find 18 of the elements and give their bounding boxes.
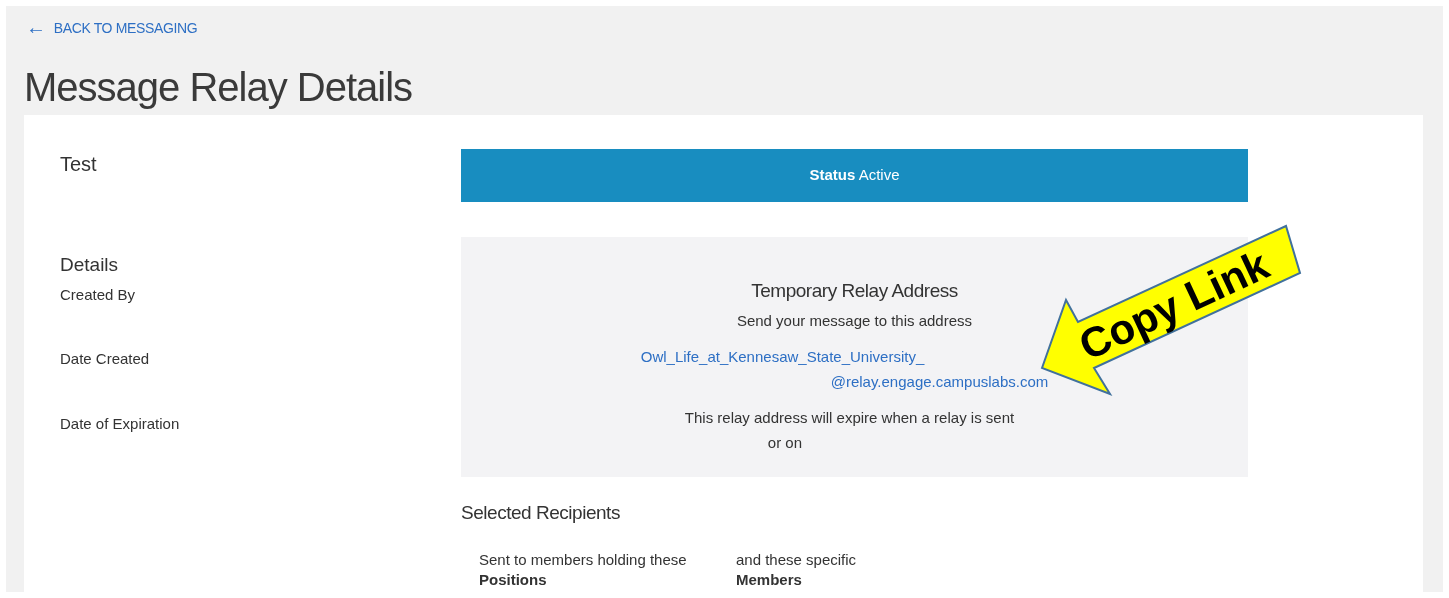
recipients-intro: Sent to members holding these — [479, 549, 687, 570]
recipients-heading: Selected Recipients — [461, 501, 620, 525]
status-text: Status Active — [809, 165, 900, 186]
back-link[interactable]: ← BACK TO MESSAGING — [26, 18, 198, 39]
recipients-intro: and these specific — [736, 549, 857, 570]
page-title: Message Relay Details — [24, 64, 413, 111]
recipients-label: Positions — [479, 569, 547, 590]
details-heading: Details — [60, 253, 119, 277]
field-label: Date Created — [60, 349, 150, 369]
recipients-label: Members — [736, 569, 802, 590]
panel-subtitle: Send your message to this address — [736, 310, 973, 331]
panel-title: Temporary Relay Address — [751, 279, 958, 303]
relay-name: Test — [60, 152, 97, 177]
expiry-note: or on — [767, 432, 804, 453]
relay-address-link[interactable]: Owl_Life_at_Kennesaw_State_University_ — [640, 346, 925, 369]
field-label: Date of Expiration — [60, 413, 180, 434]
field-label: Created By — [60, 284, 136, 305]
expiry-note: This relay address will expire when a relay is sent — [684, 408, 1015, 428]
